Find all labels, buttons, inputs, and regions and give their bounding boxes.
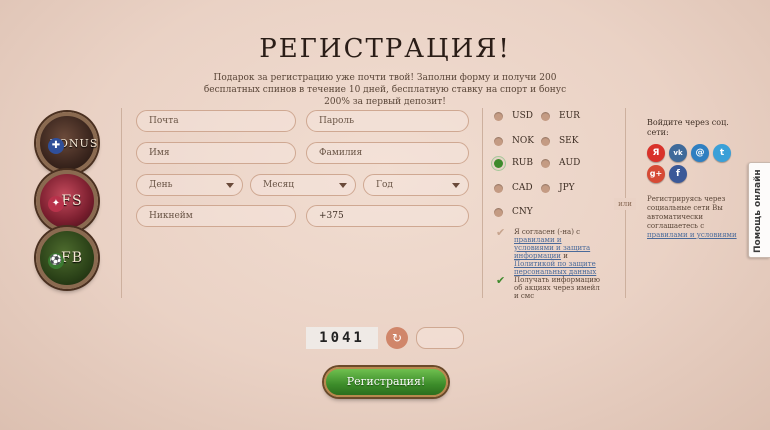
radio-dot: [541, 158, 550, 168]
captcha-image: 1041: [306, 327, 378, 349]
register-button[interactable]: Регистрация!: [324, 367, 448, 397]
fs-badge-label: FS: [61, 193, 83, 209]
currency-label: AUD: [559, 158, 581, 168]
or-divider-label: или: [614, 198, 636, 210]
middle-divider: [482, 108, 483, 298]
currency-rub[interactable]: RUB: [494, 158, 533, 168]
email-field[interactable]: Почта: [136, 110, 296, 132]
currency-label: USD: [512, 111, 533, 121]
radio-dot: [494, 136, 503, 146]
radio-dot: [541, 136, 550, 146]
promo-checkbox[interactable]: ✔ Получать информацию об акциях через им…: [496, 275, 602, 300]
social-terms-note: Регистрируясь через социальные сети Вы а…: [647, 195, 743, 240]
privacy-policy-link[interactable]: Политикой по защите персональных данных: [514, 260, 596, 276]
help-online-label: Помощь онлайн: [753, 169, 763, 253]
currency-label: NOK: [512, 136, 534, 146]
radio-dot-selected: [494, 158, 503, 168]
facebook-icon[interactable]: f: [669, 165, 687, 183]
currency-label: EUR: [559, 111, 580, 121]
year-select[interactable]: Год: [363, 174, 469, 196]
currency-aud[interactable]: AUD: [541, 158, 580, 168]
currency-sek[interactable]: SEK: [541, 136, 578, 146]
radio-dot: [494, 111, 503, 121]
currency-jpy[interactable]: JPY: [541, 183, 575, 193]
day-select[interactable]: День: [136, 174, 243, 196]
bonus-badge: ✚ BONUS: [36, 112, 98, 174]
radio-dot: [494, 207, 503, 217]
mailru-icon[interactable]: @: [691, 144, 709, 162]
radio-dot: [494, 183, 503, 193]
phone-field[interactable]: +375: [306, 205, 469, 227]
fs-badge: ✦ FS: [36, 170, 98, 232]
password-field[interactable]: Пароль: [306, 110, 469, 132]
twitter-icon[interactable]: t: [713, 144, 731, 162]
social-terms-link[interactable]: правилами и условиями: [647, 231, 737, 239]
currency-label: RUB: [512, 158, 533, 168]
currency-label: CAD: [512, 183, 533, 193]
captcha-input[interactable]: [416, 327, 464, 349]
agree-prefix: Я согласен (-на) с: [514, 228, 581, 236]
currency-cad[interactable]: CAD: [494, 183, 533, 193]
refresh-captcha-button[interactable]: ↻: [386, 327, 408, 349]
promo-label: Получать информацию об акциях через имей…: [514, 276, 600, 300]
fb-badge: ⚽ FB: [36, 227, 98, 289]
yandex-icon[interactable]: Я: [647, 144, 665, 162]
google-plus-icon[interactable]: g+: [647, 165, 665, 183]
terms-link[interactable]: правилами и условиями и защита информаци…: [514, 236, 590, 260]
social-note-text: Регистрируясь через социальные сети Вы а…: [647, 195, 726, 230]
agree-middle: и: [560, 252, 568, 260]
vk-icon[interactable]: vk: [669, 144, 687, 162]
radio-dot: [541, 183, 550, 193]
fb-badge-label: FB: [60, 250, 83, 266]
checkmark-icon: ✔: [496, 274, 506, 287]
help-online-tab[interactable]: Помощь онлайн: [748, 162, 770, 258]
page-title: РЕГИСТРАЦИЯ!: [259, 34, 511, 64]
currency-label: JPY: [559, 183, 575, 193]
page-subtitle: Подарок за регистрацию уже почти твой! З…: [203, 73, 567, 107]
currency-usd[interactable]: USD: [494, 111, 533, 121]
currency-label: CNY: [512, 207, 533, 217]
radio-dot: [541, 111, 550, 121]
agree-terms-checkbox[interactable]: ✔ Я согласен (-на) с правилами и условия…: [496, 227, 602, 276]
name-field[interactable]: Имя: [136, 142, 296, 164]
shield-icon: ✚: [48, 138, 64, 154]
currency-label: SEK: [559, 136, 579, 146]
left-divider: [121, 108, 122, 298]
football-icon: ⚽: [48, 253, 64, 269]
compass-icon: ✦: [48, 196, 64, 212]
surname-field[interactable]: Фамилия: [306, 142, 469, 164]
currency-nok[interactable]: NOK: [494, 136, 534, 146]
month-select[interactable]: Месяц: [250, 174, 356, 196]
social-login-title: Войдите через соц. сети:: [647, 118, 729, 137]
nickname-field[interactable]: Никнейм: [136, 205, 296, 227]
currency-eur[interactable]: EUR: [541, 111, 580, 121]
currency-cny[interactable]: CNY: [494, 207, 533, 217]
refresh-icon: ↻: [391, 331, 403, 345]
checkmark-icon: ✔: [496, 226, 506, 239]
